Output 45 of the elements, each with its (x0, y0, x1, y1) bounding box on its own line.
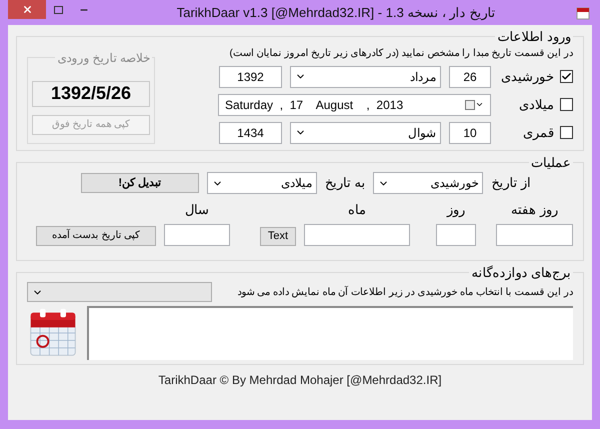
to-dropdown[interactable]: میلادی (206, 172, 317, 194)
day-field[interactable]: 26 (449, 66, 491, 88)
close-icon (22, 4, 32, 15)
from-dropdown[interactable]: خورشیدی (373, 172, 484, 194)
day-label: روز (447, 201, 465, 220)
year-field[interactable]: 1392 (219, 66, 282, 88)
checkbox[interactable] (560, 98, 573, 111)
text-area[interactable] (87, 306, 573, 360)
month-dropdown[interactable]: مرداد (290, 66, 441, 88)
month-dropdown[interactable] (27, 282, 212, 302)
hint-text: در این قسمت تاریخ مبدا را مشخص نمایید (در کادرهای زیر تاریخ امروز نمایان است) (228, 46, 573, 60)
hint-text: در این قسمت با انتخاب ماه خورشیدی در زیر اطلاعات آن ماه نمایش داده می شود (237, 285, 573, 300)
group-title: برج‌های دوازده‌گانه (470, 264, 572, 282)
weekday-field[interactable] (496, 224, 573, 246)
to-label: به تاریخ (324, 174, 366, 192)
summary-date: 1392/5/26 (32, 80, 150, 106)
checkbox-label: میلادی (519, 96, 554, 114)
close-button[interactable] (8, 0, 46, 19)
calendar-dropdown-icon (465, 100, 484, 110)
month-dropdown[interactable]: شوال (290, 122, 441, 144)
checkbox-label: قمری (523, 124, 554, 142)
day-field[interactable]: 10 (449, 122, 491, 144)
group-title: خلاصه تاریخ ورودی (56, 50, 151, 66)
month-field[interactable] (304, 224, 410, 246)
from-label: از تاریخ (491, 174, 531, 192)
year-field[interactable] (164, 224, 230, 246)
year-label: سال (185, 201, 209, 219)
window-title: تاریخ دار ، نسخه 1.3 - TarikhDaar v1.3 [@Mehrdad32.IR] (176, 4, 496, 22)
month-label: ماه (348, 201, 366, 219)
maximize-icon (54, 6, 63, 14)
text-button[interactable]: Text (260, 226, 296, 246)
calendar-icon (576, 6, 590, 20)
convert-button[interactable]: تبدیل کن! (80, 173, 199, 193)
checkbox-label: خورشیدی (501, 68, 554, 86)
group-title: ورود اطلاعات (496, 28, 572, 46)
day-field[interactable] (436, 224, 476, 246)
weekday-label: روز هفته (511, 201, 558, 220)
date-picker[interactable]: Saturday , 17 August , 2013 (218, 94, 491, 116)
checkbox[interactable] (560, 126, 573, 139)
footer-text: TarikhDaar © By Mehrdad Mohajer [@Mehrdad32.IR] (158, 372, 442, 389)
year-field[interactable]: 1434 (219, 122, 282, 144)
checkbox[interactable] (560, 70, 573, 83)
group-title: عملیات (530, 154, 572, 172)
check-icon (561, 71, 572, 82)
copy-button[interactable]: کپی تاریخ بدست آمده (36, 226, 156, 246)
